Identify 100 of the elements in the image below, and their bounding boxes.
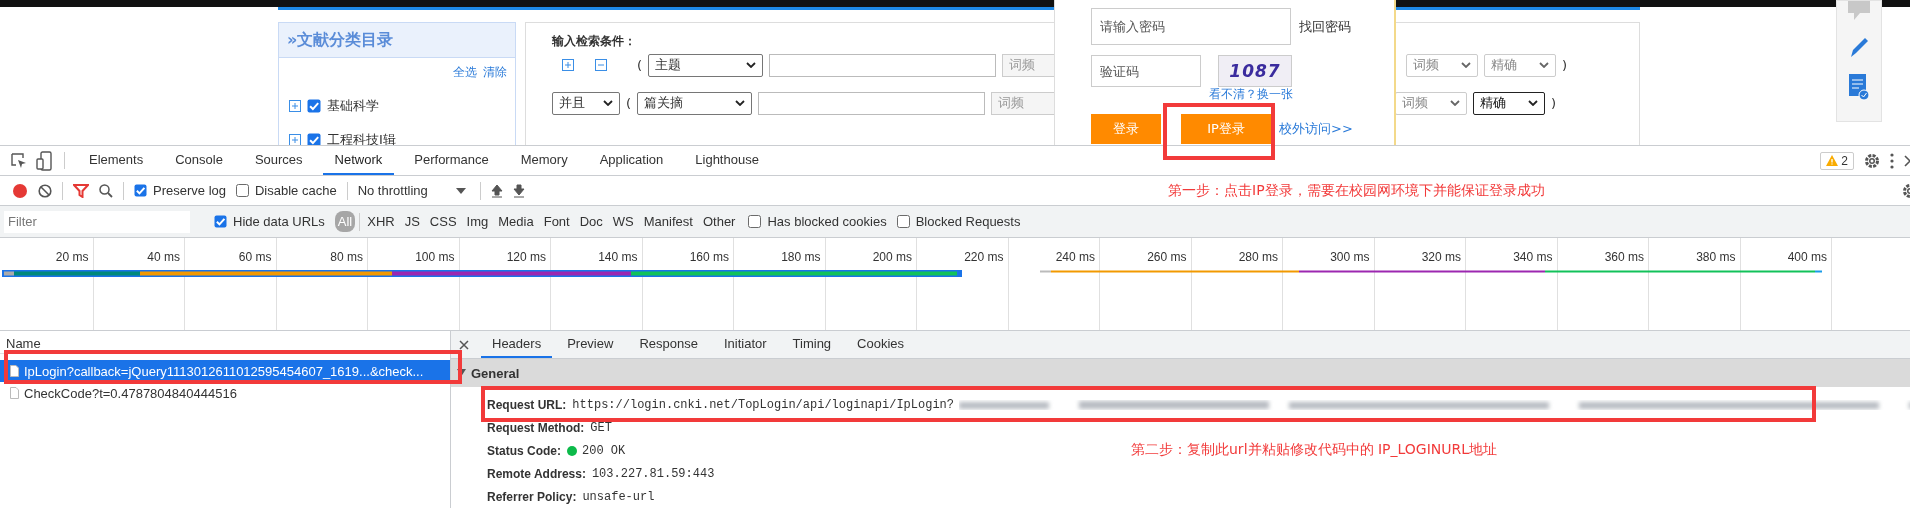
type-filter[interactable]: Doc — [576, 211, 606, 232]
category-label[interactable]: 基础科学 — [327, 97, 379, 115]
panel-tab[interactable]: Performance — [402, 146, 501, 175]
detail-tab[interactable]: Cookies — [846, 331, 916, 358]
password-field[interactable]: 请输入密码 — [1091, 8, 1291, 45]
expand-plus-icon[interactable] — [289, 100, 301, 112]
checkbox-label[interactable]: Has blocked cookies — [767, 214, 887, 229]
download-icon[interactable] — [512, 183, 525, 198]
checkbox-label[interactable]: Preserve log — [153, 183, 226, 198]
checkbox-label[interactable]: Blocked Requests — [915, 214, 1021, 229]
checkbox[interactable] — [134, 184, 147, 197]
expand-plus-icon[interactable] — [289, 134, 301, 145]
document-icon — [10, 387, 19, 399]
type-filter[interactable]: Other — [699, 211, 739, 232]
detail-tab[interactable]: Response — [628, 331, 709, 358]
column-header[interactable]: Name — [0, 331, 450, 354]
time-tick: 360 ms — [1604, 250, 1644, 264]
detail-tab[interactable]: Timing — [781, 331, 843, 358]
chevron-down-icon — [1539, 62, 1550, 68]
panel-tab[interactable]: Lighthouse — [683, 146, 771, 175]
type-filter[interactable]: XHR — [364, 211, 398, 232]
panel-tab[interactable]: Console — [163, 146, 235, 175]
time-tick: 300 ms — [1330, 250, 1370, 264]
field-value: unsafe-url — [582, 489, 655, 504]
frequency-select[interactable]: 词频 — [1406, 53, 1479, 77]
search-input[interactable] — [758, 91, 986, 115]
detail-tab[interactable]: Initiator — [712, 331, 778, 358]
time-tick: 400 ms — [1787, 250, 1827, 264]
type-filter[interactable]: JS — [401, 211, 423, 232]
field-select[interactable]: 主题 — [648, 53, 764, 77]
section-title[interactable]: General — [471, 365, 520, 381]
inspect-icon[interactable] — [10, 151, 28, 170]
time-tick: 80 ms — [330, 250, 363, 264]
match-select[interactable]: 精确 — [1484, 53, 1557, 77]
chevron-down-icon — [746, 62, 757, 68]
checkbox[interactable] — [214, 215, 227, 228]
checkbox[interactable] — [307, 133, 321, 145]
type-filter[interactable]: WS — [609, 211, 637, 232]
type-filter[interactable]: CSS — [426, 211, 460, 232]
request-row[interactable]: IpLogin?callback=jQuery1113012611012595454607_1619...&check... — [0, 360, 450, 382]
captcha-field[interactable]: 验证码 — [1091, 55, 1201, 87]
settings-icon[interactable] — [1864, 152, 1880, 169]
add-row-icon[interactable] — [562, 59, 574, 71]
action-link[interactable]: 清除 — [483, 64, 507, 81]
refresh-captcha-link[interactable]: 看不清？换一张 — [1209, 88, 1394, 101]
chevron-down-icon — [603, 100, 613, 106]
remove-row-icon[interactable] — [595, 59, 607, 71]
field-value: 200 OK — [582, 443, 626, 458]
warning-badge[interactable]: 2 — [1820, 151, 1854, 170]
field-label: Request URL: — [487, 397, 567, 412]
parenthesis: ) — [1551, 95, 1557, 111]
request-row[interactable]: CheckCode?t=0.4787804840444516 — [0, 382, 450, 404]
checkbox-label[interactable]: Disable cache — [255, 183, 337, 198]
checkbox[interactable] — [236, 184, 249, 197]
type-filter[interactable]: Manifest — [640, 211, 696, 232]
checkbox-label[interactable]: Hide data URLs — [233, 214, 325, 229]
chevron-down-icon — [1528, 100, 1539, 106]
panel-tab[interactable]: Sources — [242, 146, 315, 175]
type-filter[interactable]: Media — [495, 211, 537, 232]
parenthesis: ( — [637, 57, 643, 73]
time-tick: 20 ms — [55, 250, 89, 264]
panel-tab[interactable]: Elements — [77, 146, 156, 175]
panel-title: »文献分类目录 — [279, 23, 515, 58]
type-filter[interactable]: Font — [540, 211, 573, 232]
search-heading: 输入检索条件： — [552, 33, 637, 50]
action-link[interactable]: 全选 — [453, 64, 477, 81]
throttling-select[interactable]: No throttling — [357, 183, 470, 198]
field-label: Status Code: — [487, 443, 561, 458]
more-options-icon[interactable] — [1890, 152, 1894, 169]
detail-tab[interactable]: Preview — [556, 331, 625, 358]
panel-tab[interactable]: Application — [587, 146, 676, 175]
forgot-password-link[interactable]: 找回密码 — [1299, 17, 1351, 36]
chevron-down-icon — [735, 100, 746, 106]
time-tick: 180 ms — [781, 250, 821, 264]
panel-tab[interactable]: Memory — [508, 146, 580, 175]
clear-icon[interactable] — [38, 183, 52, 198]
parenthesis: ) — [1562, 57, 1568, 73]
checkbox[interactable] — [896, 215, 910, 228]
off-campus-link[interactable]: 校外访问>> — [1279, 120, 1353, 138]
checkbox[interactable] — [307, 99, 321, 113]
document-check-icon[interactable] — [1848, 73, 1870, 101]
time-tick: 60 ms — [238, 250, 272, 264]
chevron-down-icon — [1450, 100, 1461, 106]
frequency-select[interactable]: 词频 — [1395, 91, 1468, 115]
type-filter[interactable]: Img — [463, 211, 492, 232]
record-icon[interactable] — [12, 182, 28, 199]
search-icon[interactable] — [99, 183, 113, 198]
time-tick: 280 ms — [1238, 250, 1278, 264]
field-label: Referrer Policy: — [487, 489, 577, 504]
logic-select[interactable]: 并且 — [552, 91, 620, 115]
category-label[interactable]: 工程科技Ⅰ辑 — [327, 131, 396, 145]
filter-icon[interactable] — [73, 183, 89, 198]
search-input[interactable] — [769, 53, 997, 77]
checkbox[interactable] — [748, 215, 762, 228]
match-select[interactable]: 精确 — [1473, 91, 1546, 115]
field-select[interactable]: 篇关摘 — [637, 91, 753, 115]
upload-icon[interactable] — [490, 183, 503, 198]
device-toolbar-icon[interactable] — [36, 150, 52, 171]
close-icon[interactable] — [459, 339, 469, 350]
filter-field[interactable]: Filter — [4, 210, 190, 233]
